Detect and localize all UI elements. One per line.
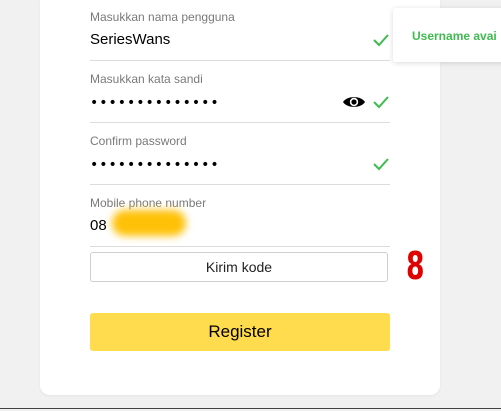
send-code-button[interactable]: Kirim kode <box>90 252 388 282</box>
eye-icon[interactable] <box>342 94 366 110</box>
phone-value[interactable]: 08 <box>90 217 107 235</box>
check-icon <box>373 158 389 171</box>
username-field[interactable]: Masukkan nama pengguna SeriesWans <box>90 10 390 61</box>
phone-field[interactable]: Mobile phone number 08 <box>90 196 390 247</box>
confirm-password-field[interactable]: Confirm password •••••••••••••• <box>90 134 390 185</box>
username-value[interactable]: SeriesWans <box>90 31 170 49</box>
bottom-divider <box>0 408 501 409</box>
register-button[interactable]: Register <box>90 313 390 351</box>
phone-label: Mobile phone number <box>90 196 207 210</box>
red-annotation-mark: 8 <box>406 244 425 288</box>
username-available-tooltip: Username avai <box>393 8 501 62</box>
password-value[interactable]: •••••••••••••• <box>90 94 220 112</box>
tooltip-text: Username avai <box>412 29 497 43</box>
registration-card: Masukkan nama pengguna SeriesWans Masukk… <box>40 0 440 395</box>
username-label: Masukkan nama pengguna <box>90 10 235 24</box>
password-label: Masukkan kata sandi <box>90 72 203 86</box>
check-icon <box>373 34 389 47</box>
check-icon <box>373 96 389 109</box>
redaction-mark <box>112 210 186 236</box>
confirm-password-label: Confirm password <box>90 134 187 148</box>
confirm-password-value[interactable]: •••••••••••••• <box>90 156 220 174</box>
password-field[interactable]: Masukkan kata sandi •••••••••••••• <box>90 72 390 123</box>
